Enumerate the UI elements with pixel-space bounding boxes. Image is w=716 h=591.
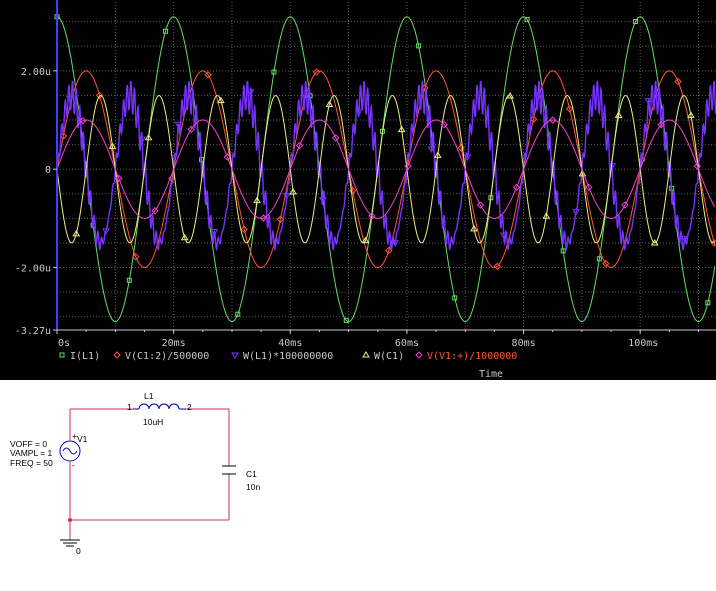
legend-entry-3[interactable]: W(C1) xyxy=(374,351,404,362)
waveform-plot[interactable]: 0s 20ms 40ms 60ms 80ms 100ms 2.00u 0 -2.00u -3.27… xyxy=(0,0,716,380)
series-layer xyxy=(54,14,716,323)
inductor-symbol xyxy=(133,403,186,410)
legend-entry-2[interactable]: W(L1)*100000000 xyxy=(243,351,333,362)
ground-label: 0 xyxy=(76,546,81,556)
x-tick-label: 20ms xyxy=(162,338,186,349)
legend-marker-4 xyxy=(415,351,423,359)
junction-dot xyxy=(68,518,72,522)
x-tick-label: 80ms xyxy=(512,338,536,349)
legend-marker-0 xyxy=(59,352,65,358)
x-tick-label: 40ms xyxy=(278,338,302,349)
inductor-pin1: 1 xyxy=(127,402,132,412)
legend-entry-1[interactable]: V(C1:2)/500000 xyxy=(125,351,209,362)
source-name: V1 xyxy=(77,434,88,444)
y-tick-label: -3.27u xyxy=(15,326,51,337)
capacitor-value: 10n xyxy=(246,482,260,492)
series-line-2 xyxy=(56,80,716,252)
legend-entry-4[interactable]: V(V1:+)/1000000 xyxy=(427,351,517,362)
legend-marker-2 xyxy=(231,352,239,359)
legend-marker-1 xyxy=(113,351,121,359)
x-tick-label: 100ms xyxy=(628,338,658,349)
y-tick-label: 0 xyxy=(45,165,51,176)
circuit-schematic: L1 10uH 1 2 C1 10n + - V1 VOFF = 0 VAMPL… xyxy=(0,380,716,587)
x-tick-label: 0s xyxy=(58,338,70,349)
capacitor-symbol xyxy=(222,465,236,475)
svg-text:-: - xyxy=(72,460,75,470)
waveform-svg: 0s 20ms 40ms 60ms 80ms 100ms 2.00u 0 -2.00u -3.27… xyxy=(15,0,716,380)
grid xyxy=(57,2,716,330)
inductor-name: L1 xyxy=(144,391,154,401)
source-freq: FREQ = 50 xyxy=(10,458,53,468)
capacitor-name: C1 xyxy=(246,469,257,479)
legend: I(L1) V(C1:2)/500000 W(L1)*100000000 W(C1) V… xyxy=(59,351,517,380)
y-tick-label: -2.00u xyxy=(15,264,51,275)
source-vampl: VAMPL = 1 xyxy=(10,448,53,458)
schematic-svg: L1 10uH 1 2 C1 10n + - V1 VOFF = 0 VAMPL… xyxy=(10,391,260,556)
legend-entry-0[interactable]: I(L1) xyxy=(70,351,100,362)
x-axis-label: Time xyxy=(479,369,503,380)
inductor-value: 10uH xyxy=(143,417,163,427)
y-tick-label: 2.00u xyxy=(21,67,51,78)
legend-marker-3 xyxy=(362,351,370,358)
series-line-0 xyxy=(56,16,716,323)
inductor-pin2: 2 xyxy=(187,402,192,412)
x-tick-label: 60ms xyxy=(395,338,419,349)
